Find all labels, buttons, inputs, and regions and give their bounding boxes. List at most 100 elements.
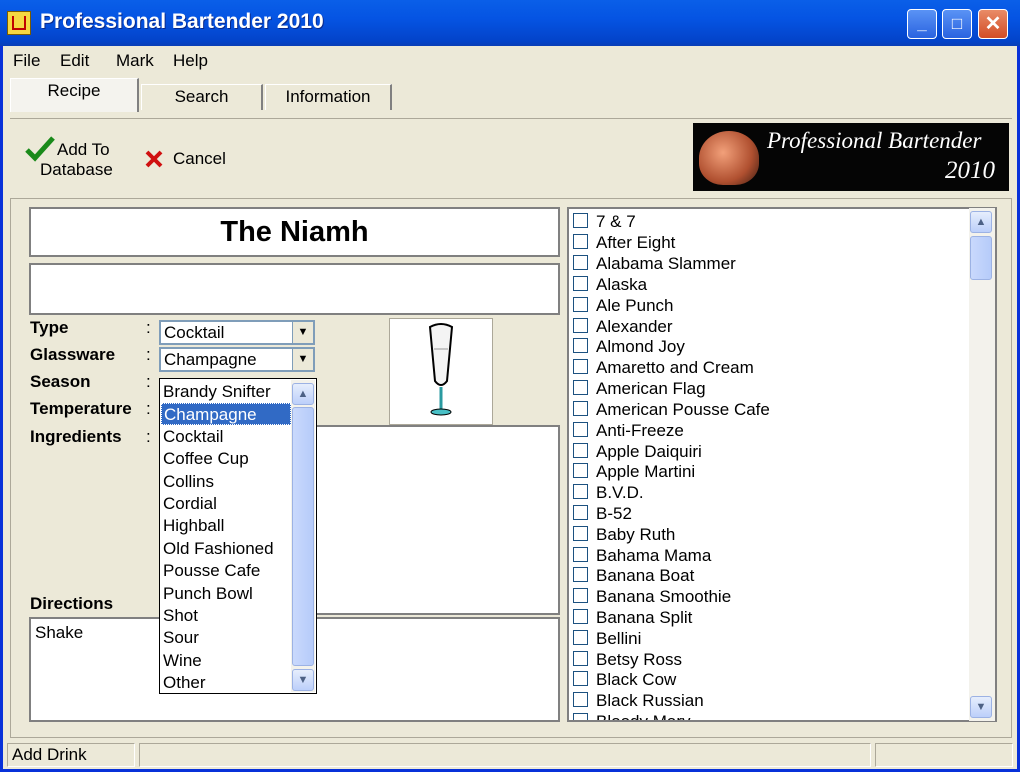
checkbox[interactable]: [573, 276, 588, 291]
tab-search[interactable]: Search: [141, 84, 263, 110]
type-value: Cocktail: [164, 323, 225, 342]
glassware-select[interactable]: Champagne ▼: [159, 347, 315, 372]
dropdown-option[interactable]: Wine: [161, 650, 291, 672]
checkbox[interactable]: [573, 401, 588, 416]
logo-line1: Professional Bartender: [767, 128, 982, 153]
add-to-database-button[interactable]: Add To Database: [23, 136, 123, 184]
dropdown-scrollbar[interactable]: ▲ ▼: [291, 380, 315, 692]
menu-help[interactable]: Help: [173, 51, 208, 71]
cancel-button[interactable]: Cancel: [143, 146, 233, 172]
checkbox[interactable]: [573, 526, 588, 541]
menu-mark[interactable]: Mark: [116, 51, 154, 71]
checkbox[interactable]: [573, 338, 588, 353]
champagne-glass-icon: [428, 323, 454, 416]
cancel-label: Cancel: [173, 149, 226, 168]
drink-list[interactable]: 7 & 7 After Eight Alabama Slammer Alaska…: [567, 207, 997, 722]
scroll-down-icon[interactable]: ▼: [970, 696, 992, 718]
tab-recipe[interactable]: Recipe: [10, 78, 139, 112]
checkbox[interactable]: [573, 422, 588, 437]
ingredients-label: Ingredients: [30, 427, 122, 446]
glassware-label: Glassware: [30, 345, 116, 364]
maximize-button[interactable]: □: [942, 9, 972, 39]
checkbox[interactable]: [573, 443, 588, 458]
checkbox[interactable]: [573, 484, 588, 499]
type-select[interactable]: Cocktail ▼: [159, 320, 315, 345]
ingredients-colon: :: [146, 427, 151, 446]
dropdown-option[interactable]: Cocktail: [161, 426, 291, 448]
minimize-button[interactable]: _: [907, 9, 937, 39]
menu-bar: File Edit Mark Help: [3, 46, 1017, 76]
dropdown-option[interactable]: Coffee Cup: [161, 448, 291, 470]
scroll-thumb[interactable]: [292, 407, 314, 666]
checkbox[interactable]: [573, 318, 588, 333]
status-panel-right: [875, 743, 1013, 767]
window-title: Professional Bartender 2010: [40, 10, 324, 33]
checkbox[interactable]: [573, 651, 588, 666]
checkbox[interactable]: [573, 588, 588, 603]
checkbox[interactable]: [573, 692, 588, 707]
dropdown-option[interactable]: Brandy Snifter: [161, 381, 291, 403]
add-label-line2: Database: [40, 160, 113, 179]
checkbox[interactable]: [573, 713, 588, 720]
menu-file[interactable]: File: [13, 51, 40, 71]
dropdown-option[interactable]: Other: [161, 672, 291, 694]
scroll-up-icon[interactable]: ▲: [292, 383, 314, 405]
checkbox[interactable]: [573, 255, 588, 270]
glassware-value: Champagne: [164, 350, 257, 369]
type-colon: :: [146, 318, 151, 337]
chevron-down-icon[interactable]: ▼: [292, 322, 313, 343]
chevron-down-icon[interactable]: ▼: [292, 349, 313, 370]
glass-image: [389, 318, 493, 425]
temperature-label: Temperature: [30, 399, 132, 418]
dropdown-option[interactable]: Highball: [161, 515, 291, 537]
checkbox[interactable]: [573, 609, 588, 624]
app-window: Professional Bartender 2010 _ □ ✕ File E…: [0, 0, 1020, 772]
checkbox[interactable]: [573, 567, 588, 582]
checkbox[interactable]: [573, 213, 588, 228]
list-scrollbar[interactable]: ▲ ▼: [969, 208, 995, 721]
tab-information[interactable]: Information: [265, 84, 392, 110]
dropdown-option[interactable]: Old Fashioned: [161, 538, 291, 560]
logo-line2: 2010: [945, 157, 995, 184]
title-bar[interactable]: Professional Bartender 2010 _ □ ✕: [0, 0, 1020, 46]
checkbox[interactable]: [573, 630, 588, 645]
dropdown-option[interactable]: Cordial: [161, 493, 291, 515]
scroll-down-icon[interactable]: ▼: [292, 669, 314, 691]
checkbox[interactable]: [573, 547, 588, 562]
type-label: Type: [30, 318, 69, 337]
bartender-mascot-icon: [699, 131, 759, 185]
checkbox[interactable]: [573, 671, 588, 686]
season-colon: :: [146, 372, 151, 391]
app-icon[interactable]: [7, 11, 31, 35]
tab-strip: Recipe Search Information: [3, 76, 1017, 112]
description-field[interactable]: [29, 263, 560, 315]
glassware-dropdown-list[interactable]: Brandy Snifter Champagne Cocktail Coffee…: [159, 378, 317, 694]
status-bar: Add Drink: [3, 741, 1017, 769]
status-panel-middle: [139, 743, 871, 767]
checkbox[interactable]: [573, 505, 588, 520]
dropdown-option[interactable]: Collins: [161, 471, 291, 493]
scroll-thumb[interactable]: [970, 236, 992, 280]
checkbox[interactable]: [573, 297, 588, 312]
checkbox[interactable]: [573, 359, 588, 374]
drink-name: The Niamh: [220, 216, 369, 248]
checkmark-icon: [25, 136, 55, 162]
dropdown-option[interactable]: Shot: [161, 605, 291, 627]
dropdown-option-selected[interactable]: Champagne: [161, 403, 291, 425]
checkbox[interactable]: [573, 234, 588, 249]
add-label-line1: Add To: [57, 140, 110, 159]
menu-edit[interactable]: Edit: [60, 51, 89, 71]
checkbox[interactable]: [573, 380, 588, 395]
scroll-up-icon[interactable]: ▲: [970, 211, 992, 233]
directions-label: Directions: [30, 594, 114, 613]
drink-name-field[interactable]: The Niamh: [29, 207, 560, 257]
temperature-colon: :: [146, 399, 151, 418]
x-icon: [145, 150, 163, 168]
dropdown-option[interactable]: Sour: [161, 627, 291, 649]
season-label: Season: [30, 372, 91, 391]
dropdown-option[interactable]: Pousse Cafe: [161, 560, 291, 582]
close-button[interactable]: ✕: [978, 9, 1008, 39]
checkbox[interactable]: [573, 463, 588, 478]
product-logo: Professional Bartender 2010: [693, 123, 1009, 191]
dropdown-option[interactable]: Punch Bowl: [161, 583, 291, 605]
